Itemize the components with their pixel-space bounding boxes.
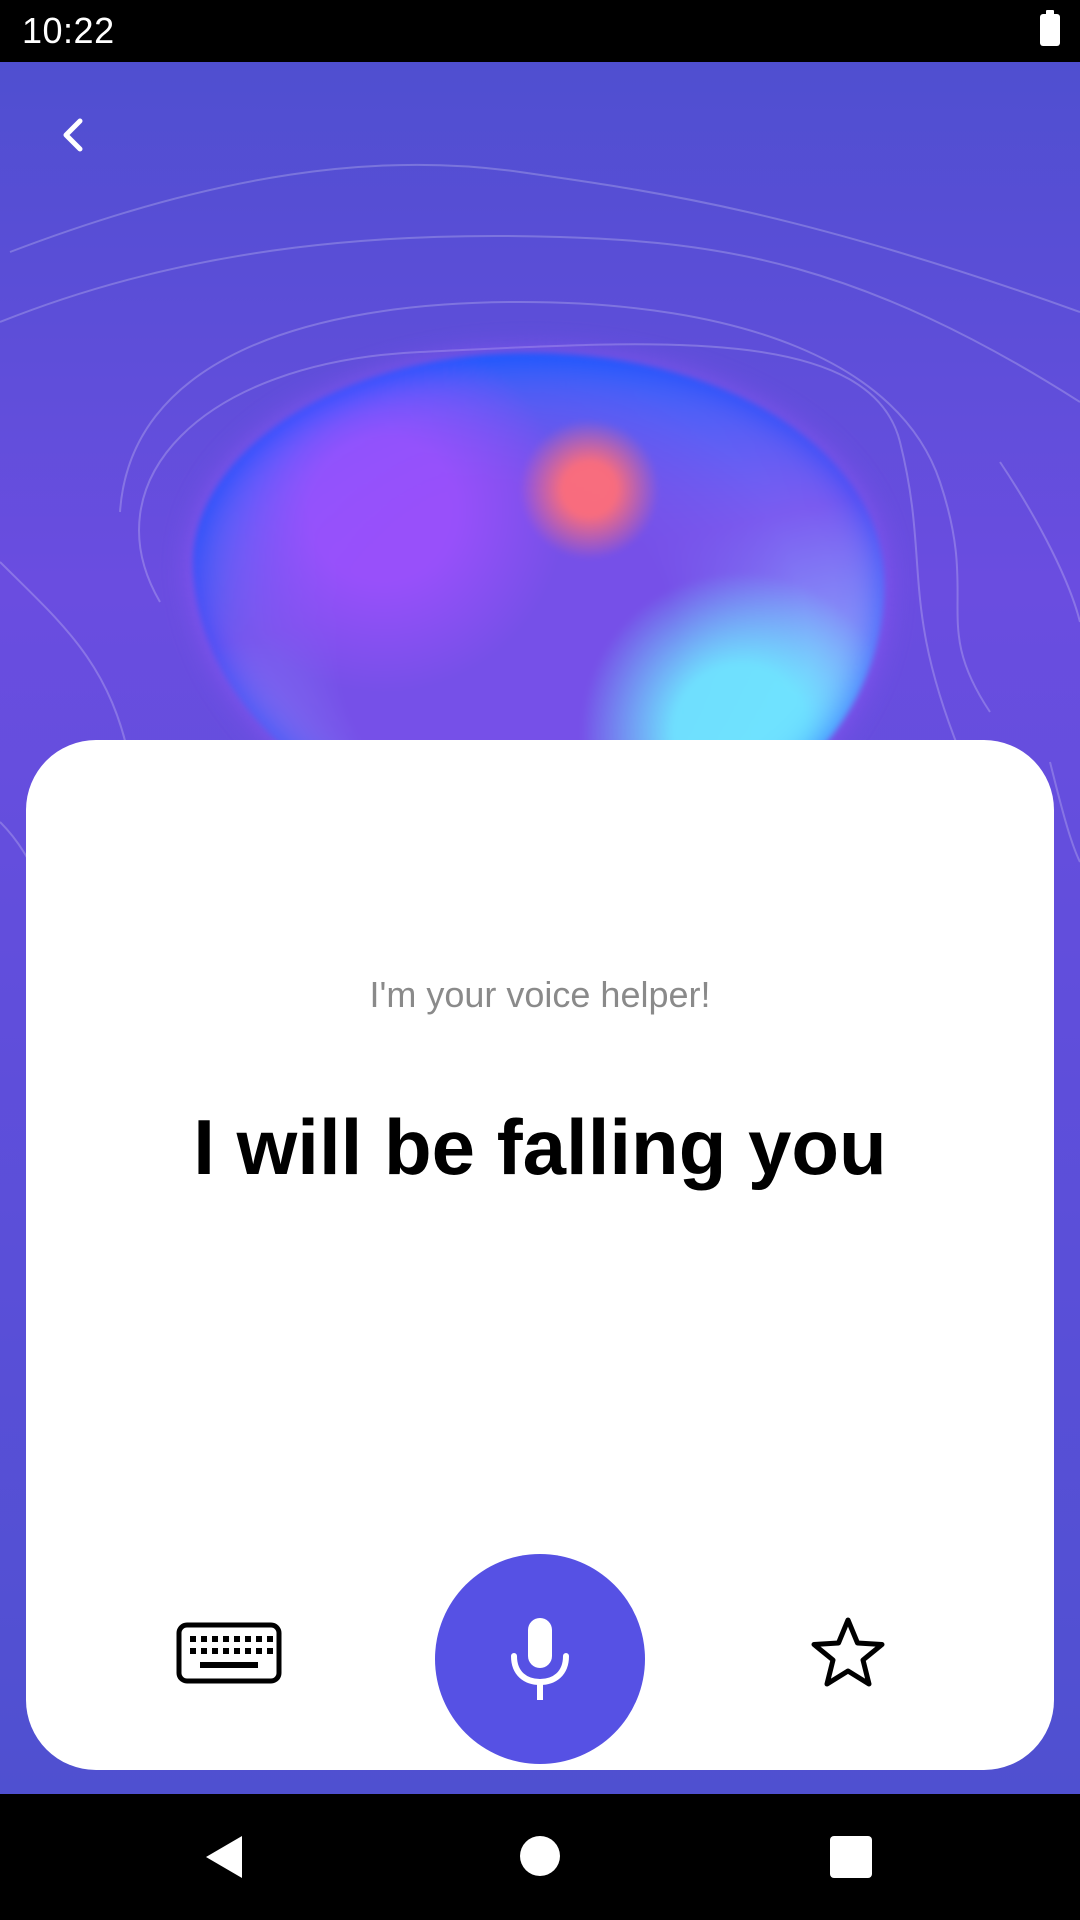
voice-card: I'm your voice helper! I will be falling…	[26, 740, 1054, 1770]
battery-icon	[1040, 10, 1060, 46]
chevron-left-icon	[63, 118, 83, 152]
voice-helper-screen: I'm your voice helper! I will be falling…	[0, 62, 1080, 1794]
microphone-icon	[511, 1618, 569, 1700]
system-navigation-bar	[0, 1794, 1080, 1920]
status-bar: 10:22	[0, 0, 1080, 62]
microphone-button[interactable]	[435, 1554, 645, 1764]
recognized-text: I will be falling you	[193, 1103, 887, 1191]
back-button[interactable]	[48, 110, 98, 160]
status-time: 10:22	[22, 10, 115, 51]
nav-back-icon[interactable]	[202, 1834, 248, 1880]
nav-recents-icon[interactable]	[830, 1836, 872, 1878]
favorite-button[interactable]	[806, 1612, 890, 1696]
keyboard-icon	[176, 1622, 282, 1684]
keyboard-button[interactable]	[174, 1620, 284, 1686]
star-outline-icon	[811, 1617, 885, 1687]
card-subtitle: I'm your voice helper!	[369, 974, 711, 1015]
nav-home-icon[interactable]	[520, 1836, 560, 1876]
